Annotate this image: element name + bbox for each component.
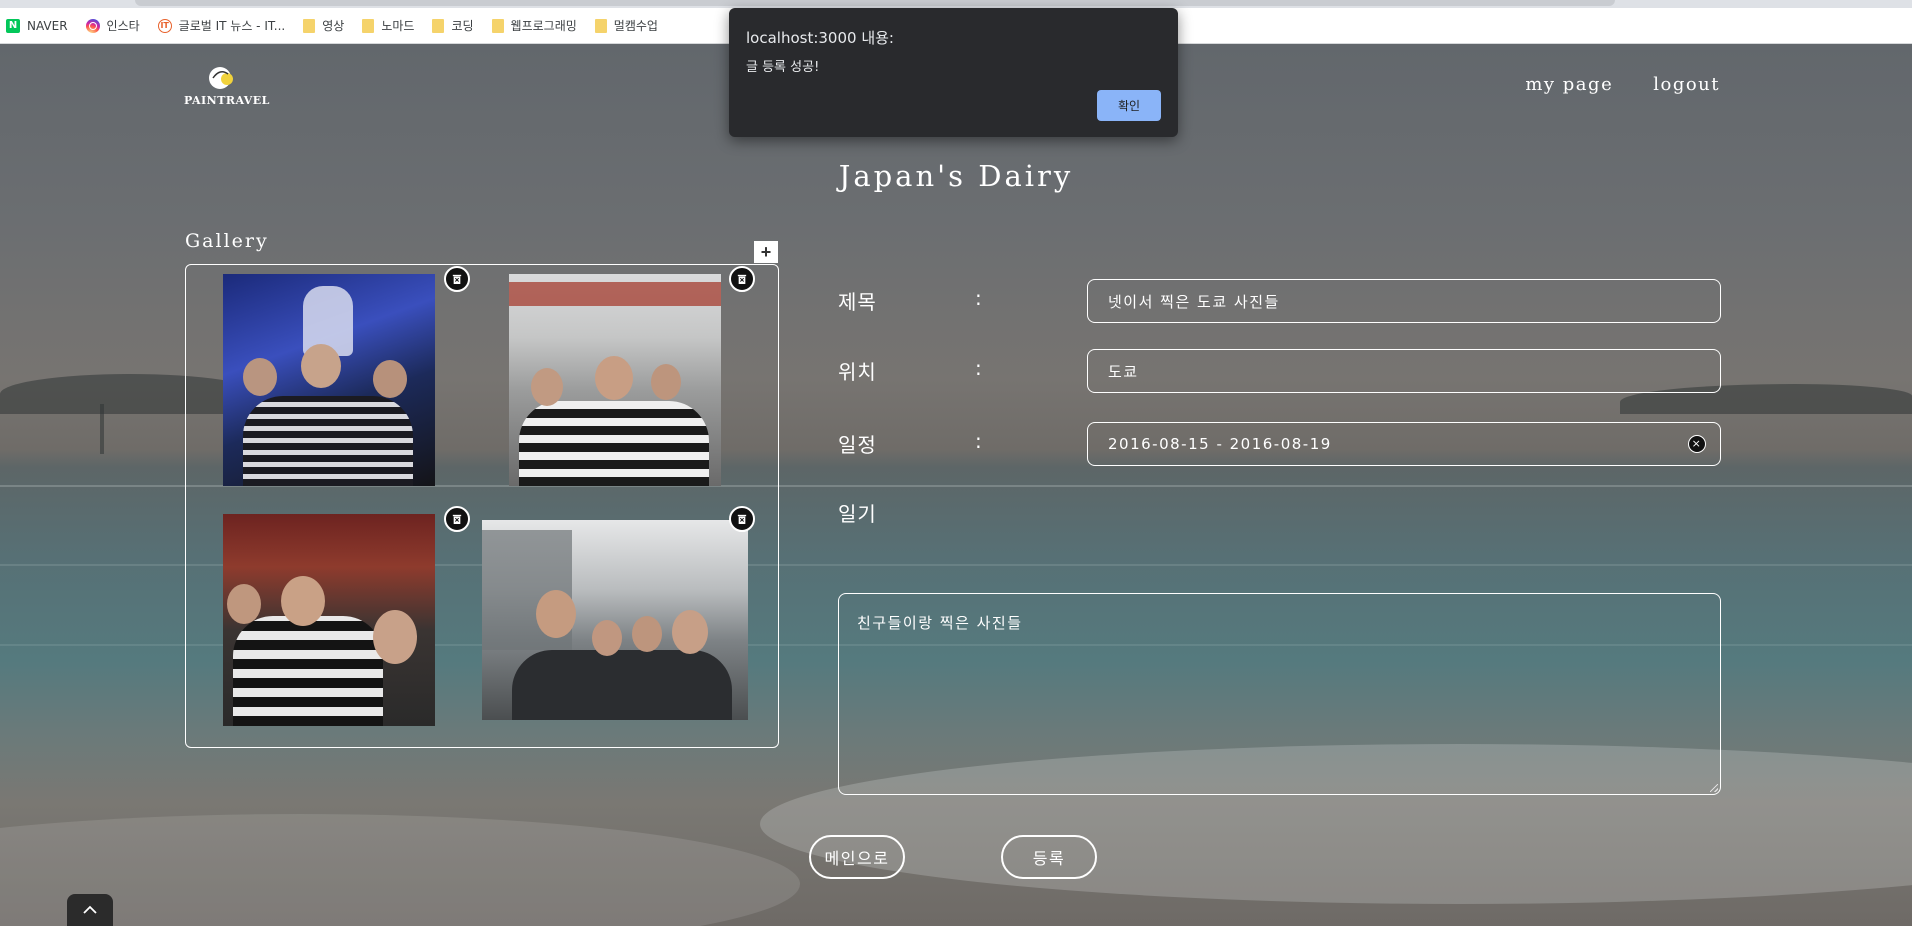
add-photo-button[interactable]: +	[754, 241, 778, 263]
bookmark-label: 글로벌 IT 뉴스 - IT...	[178, 19, 286, 33]
dialog-ok-button[interactable]: 확인	[1097, 90, 1161, 121]
colon: :	[975, 429, 982, 453]
location-label: 위치	[838, 360, 877, 384]
bookmark-folder-coding[interactable]: 코딩	[432, 17, 474, 34]
folder-icon	[594, 18, 607, 33]
diary-text: 친구들이랑 찍은 사진들	[857, 614, 1023, 632]
gallery-label: Gallery	[185, 230, 269, 252]
bookmark-label: 멀캠수업	[613, 19, 658, 33]
page-title: Japan's Dairy	[838, 159, 1074, 193]
trash-icon	[737, 514, 747, 524]
title-input[interactable]: 넷이서 찍은 도쿄 사진들	[1087, 279, 1721, 323]
delete-photo-button[interactable]	[729, 506, 755, 532]
gallery-panel	[185, 264, 779, 748]
trash-icon	[737, 274, 747, 284]
location-input[interactable]: 도쿄	[1087, 349, 1721, 393]
schedule-value: 2016-08-15 - 2016-08-19	[1108, 435, 1332, 453]
bookmark-folder-video[interactable]: 영상	[303, 17, 344, 34]
bookmark-folder-nomad[interactable]: 노마드	[362, 17, 414, 34]
wave-foam	[0, 814, 800, 926]
bookmark-folder-webprog[interactable]: 웹프로그래밍	[491, 17, 577, 34]
colon: :	[975, 286, 982, 310]
folder-icon	[362, 18, 375, 33]
resize-handle[interactable]	[1710, 784, 1718, 792]
my-page-link[interactable]: my page	[1525, 74, 1613, 95]
diary-textarea[interactable]: 친구들이랑 찍은 사진들	[838, 593, 1721, 795]
paintravel-logo[interactable]: PAINTRAVEL	[184, 64, 270, 114]
bookmark-instagram[interactable]: 인스타	[85, 17, 140, 34]
address-bar[interactable]	[135, 0, 1615, 6]
clear-date-button[interactable]: ×	[1688, 435, 1706, 453]
diary-label: 일기	[838, 502, 877, 526]
top-nav: my page logout	[1525, 74, 1720, 95]
schedule-input[interactable]: 2016-08-15 - 2016-08-19 ×	[1087, 422, 1721, 466]
instagram-icon	[85, 18, 100, 33]
colon: :	[975, 356, 982, 380]
folder-icon	[303, 18, 316, 33]
logo-text: PAINTRAVEL	[184, 94, 270, 107]
folder-icon	[432, 18, 445, 33]
main-page-button[interactable]: 메인으로	[809, 835, 905, 879]
bookmark-naver[interactable]: N NAVER	[6, 18, 68, 33]
bookmark-label: 노마드	[381, 19, 415, 33]
dialog-title: localhost:3000 내용:	[746, 29, 894, 47]
bookmark-label: 코딩	[451, 19, 474, 33]
gallery-photo[interactable]	[223, 514, 435, 726]
folder-icon	[491, 18, 504, 33]
bookmark-label: 인스타	[106, 19, 140, 33]
chevron-up-icon	[83, 905, 97, 914]
delete-photo-button[interactable]	[729, 266, 755, 292]
delete-photo-button[interactable]	[444, 506, 470, 532]
bookmark-label: 웹프로그래밍	[510, 19, 577, 33]
logout-link[interactable]: logout	[1653, 74, 1720, 95]
trash-icon	[452, 274, 462, 284]
title-label: 제목	[838, 290, 877, 314]
bookmark-label: 영상	[322, 19, 345, 33]
dialog-message: 글 등록 성공!	[746, 60, 820, 75]
gallery-photo[interactable]	[509, 274, 721, 486]
submit-button[interactable]: 등록	[1001, 835, 1097, 879]
it-news-icon: IT	[157, 18, 172, 33]
palm-silhouette	[100, 404, 104, 454]
scroll-top-button[interactable]	[67, 894, 113, 926]
trash-icon	[452, 514, 462, 524]
alert-dialog: localhost:3000 내용: 글 등록 성공! 확인	[729, 8, 1178, 137]
logo-icon	[209, 67, 233, 89]
browser-tab-strip	[0, 0, 1912, 8]
bookmark-label: NAVER	[27, 18, 68, 33]
naver-icon: N	[6, 18, 20, 33]
page-background: PAINTRAVEL my page logout Japan's Dairy …	[0, 44, 1912, 926]
delete-photo-button[interactable]	[444, 266, 470, 292]
gallery-photo[interactable]	[223, 274, 435, 486]
bookmark-folder-multicampus[interactable]: 멀캠수업	[594, 17, 658, 34]
bookmark-it-news[interactable]: IT 글로벌 IT 뉴스 - IT...	[157, 17, 286, 34]
schedule-label: 일정	[838, 433, 877, 457]
gallery-photo[interactable]	[482, 520, 748, 720]
